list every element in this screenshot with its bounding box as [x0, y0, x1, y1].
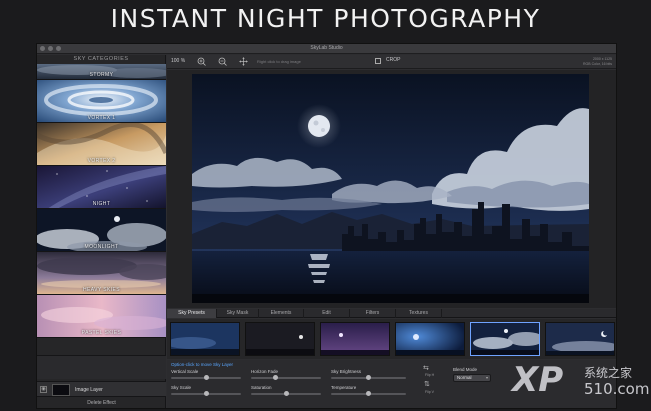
tab-elements[interactable]: Elements [259, 309, 304, 318]
temperature-label: Temperature [331, 385, 357, 390]
preview-photo[interactable] [192, 74, 589, 303]
saturation-slider[interactable] [251, 391, 321, 396]
sidebar-header: SKY CATEGORIES [73, 56, 129, 62]
watermark-logo: XP [512, 360, 564, 400]
tab-textures[interactable]: Textures [396, 309, 442, 318]
blend-mode-value: Normal [457, 375, 472, 380]
flip-v-label: Flip V [425, 390, 434, 394]
image-layer-row[interactable]: ◉ Image Layer [37, 381, 166, 397]
site-watermark: XP 系统之家 510.com [512, 360, 650, 406]
app-window: SkyLab Studio SKY CATEGORIES STORMY VORT… [36, 43, 617, 409]
category-pastel-skies[interactable]: PASTEL SKIES [37, 295, 166, 338]
category-label: MOONLIGHT [84, 244, 119, 250]
controls-hint: Option-click to move Sky Layer [171, 362, 234, 367]
sky-brightness-slider[interactable] [331, 375, 406, 380]
tab-sky-mask[interactable]: Sky Mask [217, 309, 259, 318]
preset-thumbnail[interactable] [545, 322, 615, 356]
crop-icon [375, 58, 381, 64]
slider-knob[interactable] [366, 391, 371, 396]
category-label: PASTEL SKIES [81, 330, 122, 336]
category-label: VORTEX 2 [87, 158, 116, 164]
watermark-domain: 510.com [584, 380, 650, 398]
preset-thumbnail[interactable] [245, 322, 315, 356]
crop-label: CROP [386, 57, 401, 63]
category-vortex-1[interactable]: VORTEX 1 [37, 80, 166, 123]
layer-visibility-icon[interactable]: ◉ [40, 386, 47, 393]
category-stormy[interactable]: STORMY [37, 64, 166, 80]
sky-categories-sidebar: SKY CATEGORIES STORMY VORTEX 1 VORTEX 2 … [37, 55, 166, 408]
flip-horizontal-icon[interactable]: ⇆ [423, 364, 429, 372]
vertical-scale-label: Vertical Scale [171, 369, 199, 374]
tab-edit[interactable]: Edit [304, 309, 350, 318]
preset-thumbnail[interactable] [170, 322, 240, 356]
sky-scale-slider[interactable] [171, 391, 241, 396]
preset-thumbnail[interactable] [320, 322, 390, 356]
toolbar: 100 % Right click to drag image CROP 200… [167, 55, 616, 69]
slider-knob[interactable] [366, 375, 371, 380]
layer-label: Image Layer [75, 387, 103, 393]
sidebar-empty-slot [37, 355, 166, 379]
category-label: VORTEX 1 [87, 115, 116, 121]
category-moonlight[interactable]: MOONLIGHT [37, 209, 166, 252]
temperature-slider[interactable] [331, 391, 406, 396]
sky-scale-label: Sky Scale [171, 385, 192, 390]
saturation-label: Saturation [251, 385, 272, 390]
title-bar: SkyLab Studio [37, 44, 616, 54]
category-label: NIGHT [92, 201, 111, 207]
canvas-area[interactable] [167, 70, 616, 308]
blend-mode-label: Blend Mode [453, 367, 478, 372]
move-icon[interactable] [239, 57, 248, 66]
chevron-down-icon: ▾ [485, 375, 488, 380]
category-label: HEAVY SKIES [82, 287, 120, 293]
category-heavy-skies[interactable]: HEAVY SKIES [37, 252, 166, 295]
category-label: STORMY [89, 72, 114, 78]
flip-vertical-icon[interactable]: ⇅ [424, 380, 430, 388]
zoom-level: 100 % [171, 58, 186, 64]
horizon-fade-slider[interactable] [251, 375, 321, 380]
slider-knob[interactable] [273, 375, 278, 380]
category-vortex-2[interactable]: VORTEX 2 [37, 123, 166, 166]
delete-effect-button[interactable]: Delete Effect [37, 400, 166, 406]
horizon-fade-label: Horizon Fade [251, 369, 279, 374]
drag-hint: Right click to drag image [257, 59, 301, 64]
zoom-in-icon[interactable] [197, 57, 206, 66]
effect-tabs: Sky Presets Sky Mask Elements Edit Filte… [167, 309, 616, 318]
blend-mode-select[interactable]: Normal ▾ [453, 374, 491, 382]
category-night[interactable]: NIGHT [37, 166, 166, 209]
window-title: SkyLab Studio [310, 45, 343, 51]
tab-filters[interactable]: Filters [350, 309, 396, 318]
tab-sky-presets[interactable]: Sky Presets [167, 309, 217, 318]
image-info: 2000 x 1125 RGB Color, 16 bits [583, 57, 612, 67]
image-mode: RGB Color, 16 bits [583, 62, 612, 66]
layer-thumbnail [52, 384, 70, 396]
crop-button[interactable]: CROP [375, 57, 400, 66]
flip-h-label: Flip H [425, 373, 435, 377]
vertical-scale-slider[interactable] [171, 375, 241, 380]
slider-knob[interactable] [203, 375, 209, 380]
preset-thumbnail[interactable] [395, 322, 465, 356]
slider-knob[interactable] [283, 391, 289, 396]
zoom-out-icon[interactable] [218, 57, 227, 66]
watermark-cn-text: 系统之家 [584, 366, 633, 380]
sky-presets-strip [167, 319, 616, 359]
sky-brightness-label: Sky Brightness [331, 369, 362, 374]
slider-knob[interactable] [203, 391, 209, 396]
headline: INSTANT NIGHT PHOTOGRAPHY [110, 4, 541, 33]
preset-thumbnail-selected[interactable] [470, 322, 540, 356]
